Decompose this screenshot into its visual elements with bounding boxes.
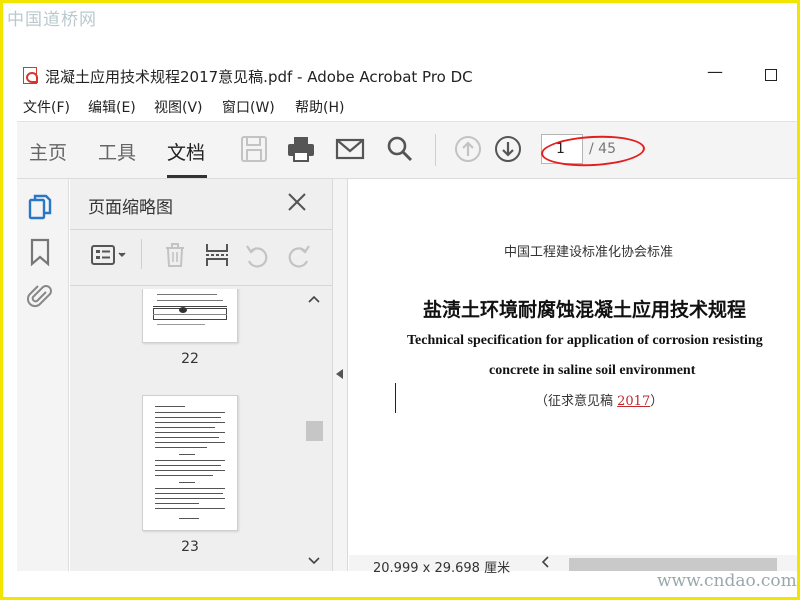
search-icon[interactable] [385, 134, 415, 164]
title-bar: 混凝土应用技术规程2017意见稿.pdf - Adobe Acrobat Pro… [17, 61, 797, 93]
watermark-top: 中国道桥网 [7, 10, 97, 30]
doc-title-en-line2: concrete in saline soil environment [489, 363, 696, 378]
rotate-left-icon[interactable] [243, 241, 271, 269]
delete-icon[interactable] [161, 241, 189, 269]
main-toolbar: 主页 工具 文档 1 / 45 [17, 121, 797, 179]
menu-window[interactable]: 窗口(W) [222, 97, 275, 117]
print-icon[interactable] [286, 134, 316, 164]
menu-edit[interactable]: 编辑(E) [88, 97, 136, 117]
page-down-icon[interactable] [493, 134, 523, 164]
panel-divider [70, 285, 332, 286]
panel-tool-separator [141, 239, 142, 269]
maximize-button[interactable] [765, 69, 777, 81]
menu-help[interactable]: 帮助(H) [295, 97, 344, 117]
menu-bar: 文件(F) 编辑(E) 视图(V) 窗口(W) 帮助(H) [17, 95, 797, 119]
page-up-icon[interactable] [453, 134, 483, 164]
page-thumbnails-icon[interactable] [27, 193, 53, 221]
page-size-readout: 20.999 x 29.698 厘米 [373, 561, 511, 576]
bookmarks-icon[interactable] [27, 237, 53, 267]
thumbnail-list: 22 23 [70, 289, 304, 571]
menu-view[interactable]: 视图(V) [154, 97, 203, 117]
thumbnail-label: 22 [181, 351, 199, 367]
thumbnail-scrollbar[interactable] [304, 289, 324, 571]
doc-subtitle-year: 2017 [617, 394, 651, 409]
tab-tools[interactable]: 工具 [98, 138, 136, 165]
thumbnail-label: 23 [181, 539, 199, 555]
thumbnail-page-22[interactable] [142, 289, 238, 343]
scroll-up-icon[interactable] [308, 293, 320, 307]
horizontal-scrollbar-thumb[interactable] [569, 558, 777, 571]
window-title: 混凝土应用技术规程2017意见稿.pdf - Adobe Acrobat Pro… [45, 68, 473, 86]
thumbnail-page-23[interactable] [142, 395, 238, 531]
minimize-button[interactable]: — [707, 62, 723, 81]
tab-home[interactable]: 主页 [29, 138, 67, 165]
panel-divider [70, 229, 332, 230]
doc-subtitle-prefix: （征求意见稿 [535, 394, 618, 409]
doc-subtitle: （征求意见稿 2017） [535, 390, 663, 409]
document-view[interactable]: 中国工程建设标准化协会标准 盐渍土环境耐腐蚀混凝土应用技术规程 Technica… [349, 179, 797, 555]
thumbnail-options-icon[interactable] [90, 241, 130, 269]
screenshot-frame: 中国道桥网 混凝土应用技术规程2017意见稿.pdf - Adobe Acrob… [0, 0, 800, 600]
menu-file[interactable]: 文件(F) [23, 97, 70, 117]
panel-collapse-strip[interactable] [332, 179, 348, 571]
doc-organization-line: 中国工程建设标准化协会标准 [504, 245, 674, 260]
pdf-file-icon [23, 67, 38, 84]
navigation-rail [17, 179, 69, 571]
close-icon[interactable] [286, 191, 308, 213]
scroll-down-icon[interactable] [308, 555, 320, 569]
extract-pages-icon[interactable] [203, 241, 231, 269]
thumbnail-mark [179, 307, 187, 313]
doc-title-en-line1: Technical specification for application … [407, 333, 763, 348]
active-tab-indicator [167, 175, 207, 178]
text-cursor [395, 383, 396, 413]
panel-title: 页面缩略图 [88, 198, 173, 218]
attachments-icon[interactable] [26, 281, 53, 309]
email-icon[interactable] [335, 134, 365, 164]
toolbar-separator [435, 134, 436, 166]
status-bar: 20.999 x 29.698 厘米 [349, 555, 797, 576]
doc-subtitle-suffix: ） [650, 394, 664, 409]
tab-document[interactable]: 文档 [167, 138, 205, 165]
rotate-right-icon[interactable] [285, 241, 313, 269]
doc-title-cn: 盐渍土环境耐腐蚀混凝土应用技术规程 [423, 299, 747, 321]
scrollbar-thumb[interactable] [306, 421, 323, 441]
watermark-url: www.cndao.com [657, 571, 797, 591]
save-icon[interactable] [239, 134, 269, 164]
scroll-left-icon[interactable] [541, 556, 551, 572]
collapse-left-icon[interactable] [336, 369, 343, 379]
